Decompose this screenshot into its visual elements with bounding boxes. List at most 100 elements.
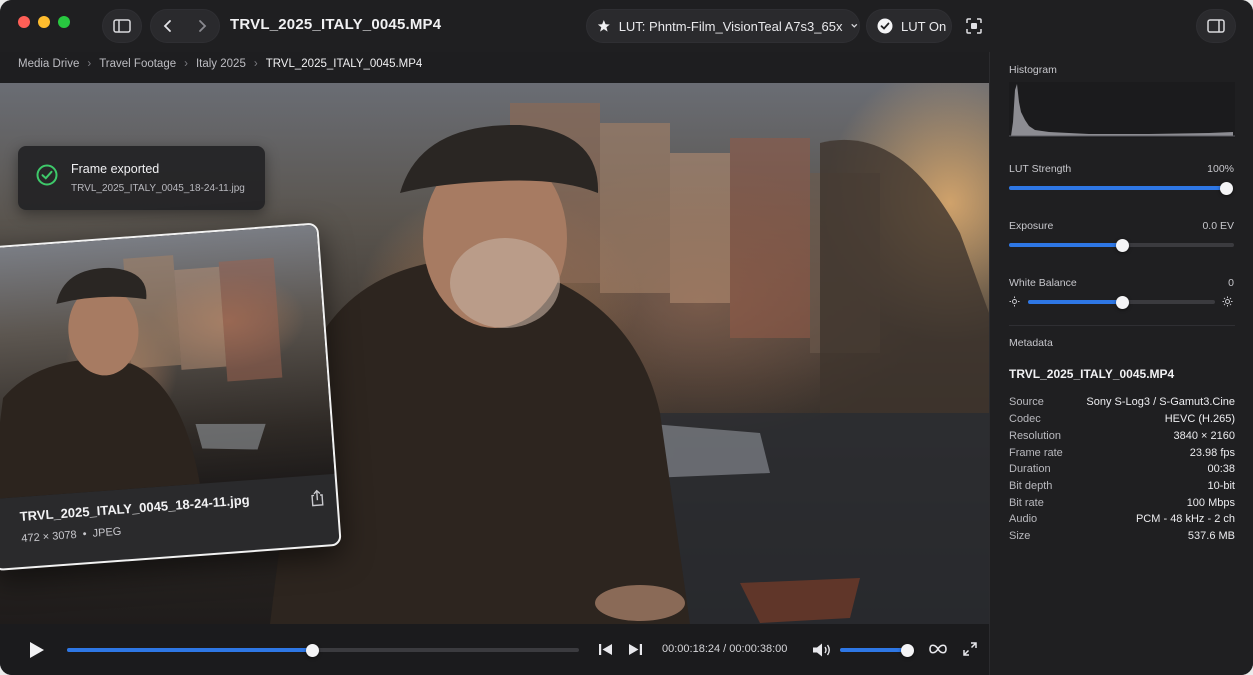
exposure-value: 0.0 EV bbox=[1202, 220, 1234, 232]
sidebar-icon bbox=[113, 19, 131, 33]
star-icon bbox=[597, 20, 610, 32]
metadata-value: 100 Mbps bbox=[1186, 497, 1235, 509]
metadata-key: Codec bbox=[1009, 413, 1041, 425]
minimize-window-button[interactable] bbox=[38, 16, 50, 28]
fullscreen-icon[interactable] bbox=[963, 642, 977, 656]
timeline-scrubber[interactable] bbox=[67, 643, 579, 657]
white-balance-slider[interactable] bbox=[1028, 295, 1215, 309]
exposure-fill bbox=[1009, 243, 1122, 247]
chevron-right-icon: › bbox=[253, 58, 258, 70]
metadata-value: Sony S-Log3 / S-Gamut3.Cine bbox=[1086, 396, 1235, 408]
exported-frame-preview[interactable]: TRVL_2025_ITALY_0045_18-24-11.jpg 472 × … bbox=[0, 222, 342, 572]
timecode: 00:00:18:24 / 00:00:38:00 bbox=[662, 643, 788, 655]
inspector-panel: Histogram LUT Strength 100% Exposure 0.0… bbox=[989, 52, 1253, 675]
breadcrumb-item[interactable]: Media Drive bbox=[18, 58, 79, 70]
metadata-row: Codec HEVC (H.265) bbox=[1009, 413, 1235, 425]
metadata-value: PCM - 48 kHz - 2 ch bbox=[1135, 513, 1235, 525]
lut-strength-label: LUT Strength bbox=[1009, 163, 1072, 175]
lut-strength-fill bbox=[1009, 186, 1226, 190]
exported-frame-meta: 472 × 3078 • JPEG bbox=[21, 525, 122, 545]
lut-strength-knob[interactable] bbox=[1219, 181, 1233, 195]
metadata-key: Resolution bbox=[1009, 430, 1061, 442]
metadata-row: Source Sony S-Log3 / S-Gamut3.Cine bbox=[1009, 396, 1235, 408]
metadata-row: Bit rate 100 Mbps bbox=[1009, 497, 1235, 509]
inspector-panel-icon bbox=[1207, 19, 1225, 33]
metadata-key: Audio bbox=[1009, 513, 1038, 525]
chevron-right-icon bbox=[199, 20, 207, 32]
histogram-graph bbox=[1009, 82, 1235, 138]
sun-large-icon bbox=[1222, 296, 1233, 307]
metadata-key: Size bbox=[1009, 530, 1031, 542]
metadata-value: 537.6 MB bbox=[1187, 530, 1235, 542]
share-icon[interactable] bbox=[309, 489, 326, 508]
viewfinder-icon bbox=[966, 18, 982, 34]
exposure-label: Exposure bbox=[1009, 220, 1054, 232]
sidebar-toggle-button[interactable] bbox=[102, 9, 142, 43]
lut-name: LUT: Phntm-Film_VisionTeal A7s3_65x bbox=[618, 18, 843, 34]
metadata-value: 00:38 bbox=[1207, 463, 1235, 475]
back-button[interactable] bbox=[162, 19, 174, 33]
chevron-right-icon: › bbox=[87, 58, 92, 70]
timeline-progress bbox=[67, 648, 312, 652]
breadcrumb-item[interactable]: Travel Footage bbox=[99, 58, 176, 70]
metadata-value: 3840 × 2160 bbox=[1173, 430, 1235, 442]
metadata-label: Metadata bbox=[1009, 337, 1053, 349]
loop-icon[interactable] bbox=[928, 642, 948, 656]
inspector-toggle-button[interactable] bbox=[1196, 9, 1236, 43]
focus-view-button[interactable] bbox=[958, 9, 990, 43]
metadata-row: Audio PCM - 48 kHz - 2 ch bbox=[1009, 513, 1235, 525]
play-icon[interactable] bbox=[29, 641, 45, 659]
lut-selector[interactable]: LUT: Phntm-Film_VisionTeal A7s3_65x bbox=[586, 9, 860, 43]
exported-frame-image bbox=[0, 224, 335, 500]
metadata-key: Bit rate bbox=[1009, 497, 1044, 509]
chevron-left-icon bbox=[163, 20, 171, 32]
exposure-slider[interactable] bbox=[1009, 238, 1234, 252]
exported-frame-name: TRVL_2025_ITALY_0045_18-24-11.jpg bbox=[19, 492, 251, 525]
chevron-down-icon bbox=[851, 23, 858, 28]
export-toast: Frame exported TRVL_2025_ITALY_0045_18-2… bbox=[18, 146, 265, 210]
app-window: TRVL_2025_ITALY_0045.MP4 LUT: Phntm-Film… bbox=[0, 0, 1253, 675]
metadata-key: Frame rate bbox=[1009, 447, 1063, 459]
lut-toggle-button[interactable]: LUT On bbox=[866, 9, 952, 43]
zoom-window-button[interactable] bbox=[58, 16, 70, 28]
metadata-row: Size 537.6 MB bbox=[1009, 530, 1235, 542]
metadata-value: 10-bit bbox=[1207, 480, 1235, 492]
lut-strength-slider[interactable] bbox=[1009, 181, 1233, 195]
metadata-value: 23.98 fps bbox=[1189, 447, 1235, 459]
chevron-right-icon: › bbox=[184, 58, 188, 70]
metadata-row: Duration 00:38 bbox=[1009, 463, 1235, 475]
breadcrumb-current: TRVL_2025_ITALY_0045.MP4 bbox=[265, 58, 423, 70]
title-bar: TRVL_2025_ITALY_0045.MP4 LUT: Phntm-Film… bbox=[0, 0, 1253, 52]
close-window-button[interactable] bbox=[18, 16, 30, 28]
white-balance-knob[interactable] bbox=[1115, 295, 1129, 309]
timeline-playhead[interactable] bbox=[305, 643, 319, 657]
metadata-value: HEVC (H.265) bbox=[1164, 413, 1235, 425]
exported-frame-dimensions: 472 × 3078 bbox=[21, 528, 78, 545]
lut-strength-value: 100% bbox=[1207, 163, 1234, 175]
breadcrumb: Media Drive › Travel Footage › Italy 202… bbox=[18, 58, 422, 70]
nav-buttons bbox=[150, 9, 220, 43]
metadata-title: TRVL_2025_ITALY_0045.MP4 bbox=[1009, 367, 1175, 381]
metadata-row: Bit depth 10-bit bbox=[1009, 480, 1235, 492]
white-balance-label: White Balance bbox=[1009, 277, 1077, 289]
forward-button[interactable] bbox=[196, 19, 208, 33]
toast-title: Frame exported bbox=[71, 162, 160, 176]
next-frame-icon[interactable] bbox=[627, 643, 643, 656]
playback-controls bbox=[0, 624, 989, 675]
sun-small-icon bbox=[1009, 296, 1020, 307]
success-check-icon bbox=[36, 164, 58, 186]
previous-frame-icon[interactable] bbox=[598, 643, 614, 656]
metadata-key: Bit depth bbox=[1009, 480, 1053, 492]
volume-knob[interactable] bbox=[900, 643, 914, 657]
volume-icon[interactable] bbox=[812, 642, 832, 658]
volume-level bbox=[840, 648, 907, 652]
white-balance-value: 0 bbox=[1228, 277, 1234, 289]
exposure-knob[interactable] bbox=[1115, 238, 1129, 252]
volume-slider[interactable] bbox=[840, 643, 914, 657]
toast-filename: TRVL_2025_ITALY_0045_18-24-11.jpg bbox=[71, 183, 245, 194]
breadcrumb-item[interactable]: Italy 2025 bbox=[196, 58, 246, 70]
histogram-label: Histogram bbox=[1009, 64, 1057, 76]
window-title: TRVL_2025_ITALY_0045.MP4 bbox=[230, 16, 442, 33]
metadata-row: Frame rate 23.98 fps bbox=[1009, 447, 1235, 459]
checkmark-circle-icon bbox=[877, 18, 893, 34]
